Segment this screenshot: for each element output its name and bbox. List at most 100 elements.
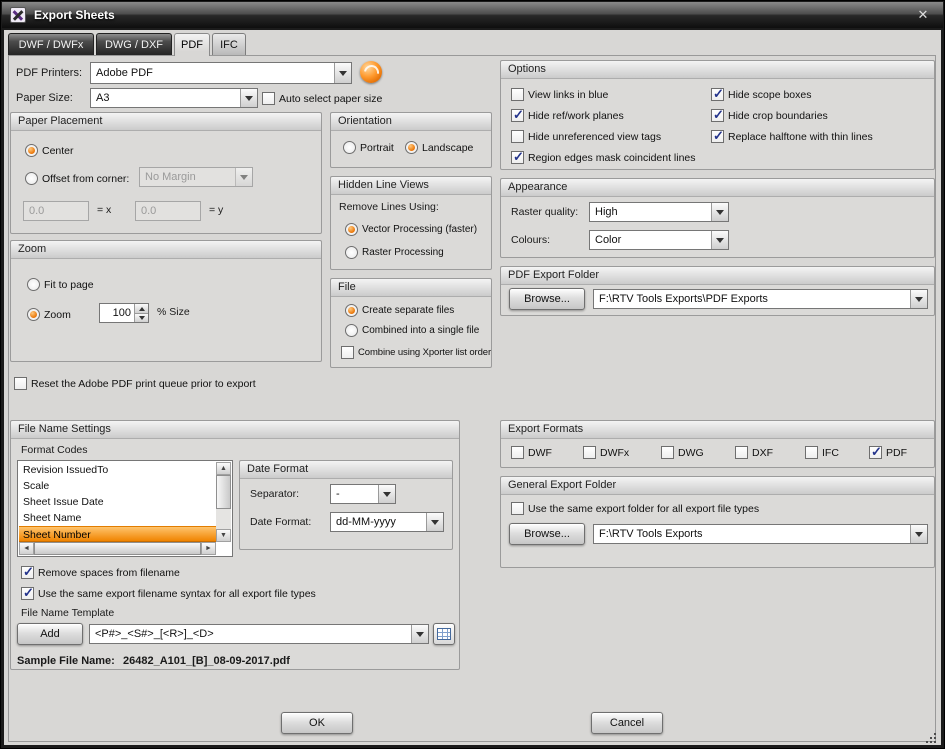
general-export-path-value: F:\RTV Tools Exports — [599, 528, 703, 540]
same-folder-checkbox[interactable]: Use the same export folder for all expor… — [511, 501, 759, 516]
raster-quality-select[interactable]: High — [589, 202, 729, 222]
ok-button[interactable]: OK — [281, 712, 353, 734]
checkbox-label: Hide crop boundaries — [728, 109, 828, 122]
pdf-export-path-select[interactable]: F:\RTV Tools Exports\PDF Exports — [593, 289, 928, 309]
spin-up-icon[interactable] — [135, 304, 148, 313]
radio-label: Center — [42, 144, 74, 157]
zoom-radio[interactable]: Zoom — [27, 307, 71, 322]
checkbox-icon — [869, 444, 882, 460]
chevron-down-icon[interactable] — [910, 290, 927, 308]
portrait-radio[interactable]: Portrait — [343, 140, 394, 155]
list-item[interactable]: Scale — [19, 478, 216, 494]
checkbox-label: Use the same export folder for all expor… — [528, 502, 760, 515]
dwfx-checkbox[interactable]: DWFx — [583, 445, 629, 460]
add-button[interactable]: Add — [17, 623, 83, 645]
paper-size-select[interactable]: A3 — [90, 88, 258, 108]
chevron-down-icon[interactable] — [426, 513, 443, 531]
template-select[interactable]: <P#>_<S#>_[<R>]_<D> — [89, 624, 429, 644]
radio-label: Combined into a single file — [362, 325, 480, 336]
create-separate-files-radio[interactable]: Create separate files — [345, 303, 454, 318]
landscape-radio[interactable]: Landscape — [405, 140, 473, 155]
group-zoom: Zoom Fit to page Zoom 100 % Size — [10, 240, 322, 362]
pdf-browse-button[interactable]: Browse... — [509, 288, 585, 310]
listbox-vscrollbar[interactable]: ▲ ▼ — [216, 462, 231, 542]
resize-grip[interactable] — [924, 731, 937, 744]
radio-label: Raster Processing — [362, 247, 444, 258]
printer-refresh-icon[interactable] — [360, 61, 382, 83]
reset-print-queue-checkbox[interactable]: Reset the Adobe PDF print queue prior to… — [14, 376, 256, 391]
pdf-printers-select[interactable]: Adobe PDF — [90, 62, 352, 84]
radio-icon — [405, 141, 418, 154]
general-browse-button[interactable]: Browse... — [509, 523, 585, 545]
remove-spaces-checkbox[interactable]: Remove spaces from filename — [21, 564, 180, 580]
auto-select-paper-checkbox[interactable]: Auto select paper size — [262, 91, 382, 106]
chevron-down-icon[interactable] — [910, 525, 927, 543]
separator-select[interactable]: - — [330, 484, 396, 504]
checkbox-label: View links in blue — [528, 88, 609, 101]
tab-dwf-dwfx[interactable]: DWF / DWFx — [8, 33, 94, 55]
group-title: File Name Settings — [11, 421, 459, 439]
dwg-checkbox[interactable]: DWG — [661, 445, 704, 460]
hide-unreferenced-view-tags-checkbox[interactable]: Hide unreferenced view tags — [511, 129, 661, 144]
list-item[interactable]: Sheet Issue Date — [19, 494, 216, 510]
ifc-checkbox[interactable]: IFC — [805, 445, 839, 460]
sample-file-name-value: 26482_A101_[B]_08-09-2017.pdf — [123, 655, 290, 667]
paper-size-value: A3 — [96, 92, 110, 104]
fit-to-page-radio[interactable]: Fit to page — [27, 277, 94, 292]
offset-from-corner-radio[interactable]: Offset from corner: — [25, 171, 129, 186]
general-export-path-select[interactable]: F:\RTV Tools Exports — [593, 524, 928, 544]
scroll-left-icon[interactable]: ◄ — [19, 542, 34, 555]
format-codes-listbox[interactable]: Revision IssuedTo Scale Sheet Issue Date… — [17, 460, 233, 557]
scroll-right-icon[interactable]: ► — [201, 542, 216, 555]
dxf-checkbox[interactable]: DXF — [735, 445, 773, 460]
replace-halftone-checkbox[interactable]: Replace halftone with thin lines — [711, 128, 873, 144]
view-links-in-blue-checkbox[interactable]: View links in blue — [511, 87, 608, 102]
spin-down-icon[interactable] — [135, 312, 148, 322]
list-item[interactable]: Sheet Name — [19, 510, 216, 526]
close-icon[interactable]: ✕ — [913, 6, 933, 24]
radio-label: Create separate files — [362, 305, 455, 316]
list-item[interactable]: Revision IssuedTo — [19, 462, 216, 478]
checkbox-icon — [511, 149, 524, 165]
hide-ref-work-planes-checkbox[interactable]: Hide ref/work planes — [511, 107, 624, 123]
chevron-down-icon[interactable] — [240, 89, 257, 107]
region-edges-mask-checkbox[interactable]: Region edges mask coincident lines — [511, 149, 696, 165]
combined-single-file-radio[interactable]: Combined into a single file — [345, 323, 479, 338]
chevron-down-icon[interactable] — [334, 63, 351, 83]
hide-scope-boxes-checkbox[interactable]: Hide scope boxes — [711, 86, 811, 102]
scroll-up-icon[interactable]: ▲ — [216, 462, 231, 475]
listbox-hscrollbar[interactable]: ◄ ► — [19, 542, 216, 555]
group-paper-placement: Paper Placement Center Offset from corne… — [10, 112, 322, 234]
scroll-down-icon[interactable]: ▼ — [216, 529, 231, 542]
center-radio[interactable]: Center — [25, 143, 74, 158]
colours-value: Color — [595, 234, 622, 246]
list-item[interactable]: Sheet Number — [19, 526, 216, 542]
chevron-down-icon[interactable] — [711, 203, 728, 221]
radio-label: Fit to page — [44, 278, 94, 291]
checkbox-icon — [711, 86, 724, 102]
same-syntax-checkbox[interactable]: Use the same export filename syntax for … — [21, 585, 316, 601]
scroll-thumb[interactable] — [216, 475, 231, 509]
checkbox-label: IFC — [822, 446, 839, 459]
chevron-down-icon[interactable] — [711, 231, 728, 249]
date-format-select[interactable]: dd-MM-yyyy — [330, 512, 444, 532]
tab-pdf[interactable]: PDF — [174, 33, 210, 56]
raster-quality-value: High — [595, 206, 618, 218]
chevron-down-icon[interactable] — [378, 485, 395, 503]
combine-xporter-order-checkbox[interactable]: Combine using Xporter list order — [341, 345, 491, 360]
template-edit-button[interactable] — [433, 623, 455, 645]
colours-select[interactable]: Color — [589, 230, 729, 250]
scroll-thumb[interactable] — [34, 542, 201, 555]
tab-ifc[interactable]: IFC — [212, 33, 246, 55]
dwf-checkbox[interactable]: DWF — [511, 445, 552, 460]
tab-dwg-dxf[interactable]: DWG / DXF — [96, 33, 172, 55]
vector-processing-radio[interactable]: Vector Processing (faster) — [345, 222, 477, 237]
zoom-size-input[interactable]: 100 — [99, 303, 149, 323]
raster-processing-radio[interactable]: Raster Processing — [345, 245, 444, 260]
pdf-printers-value: Adobe PDF — [96, 67, 153, 79]
cancel-button[interactable]: Cancel — [591, 712, 663, 734]
hide-crop-boundaries-checkbox[interactable]: Hide crop boundaries — [711, 107, 828, 123]
pdf-checkbox[interactable]: PDF — [869, 444, 907, 460]
chevron-down-icon[interactable] — [411, 625, 428, 643]
format-codes-label: Format Codes — [21, 444, 88, 456]
